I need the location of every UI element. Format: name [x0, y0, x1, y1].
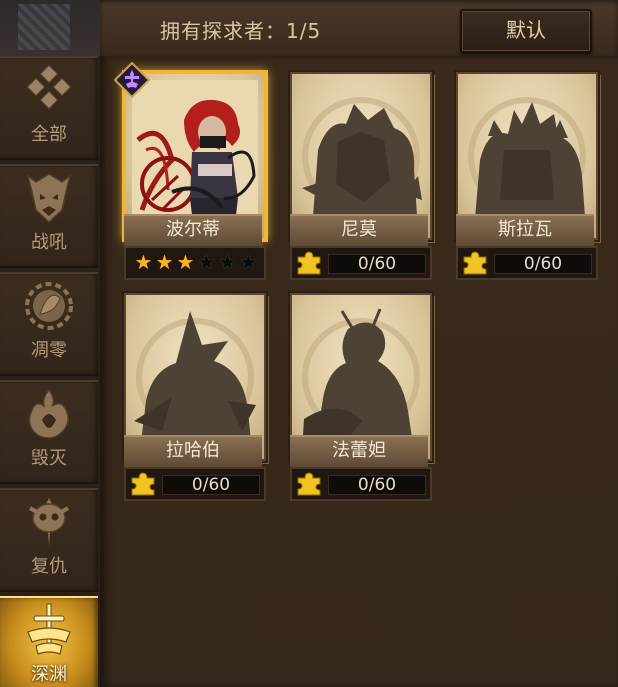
explorer-name: 波尔蒂	[124, 214, 262, 248]
explorer-name: 尼莫	[290, 214, 428, 248]
explorer-screen: 拥有探求者：1/5 默认 全部 战吼 凋零 毁灭 复仇 深渊 波尔蒂 ★ ★ ★…	[0, 0, 618, 687]
warcry-mask-icon	[26, 173, 72, 224]
star-filled-icon: ★	[134, 250, 153, 274]
shard-progress-bar: 0/60	[290, 467, 432, 501]
silhouette-portrait	[134, 311, 256, 451]
window-decoration	[18, 4, 70, 50]
shard-progress-bar: 0/60	[124, 467, 266, 501]
destruction-flame-icon	[28, 388, 69, 439]
sidebar-item-destruction[interactable]: 毁灭	[0, 380, 98, 484]
shard-progress-bar: 0/60	[290, 246, 432, 280]
sidebar-item-vengeance[interactable]: 复仇	[0, 488, 98, 592]
sidebar-item-warcry[interactable]: 战吼	[0, 164, 98, 268]
sidebar-item-label: 深渊	[31, 664, 67, 685]
shard-count: 0/60	[328, 475, 426, 495]
explorer-name: 法蕾妲	[290, 435, 428, 469]
abyss-sword-icon	[27, 603, 71, 655]
star-empty-icon: ★	[239, 250, 258, 274]
shard-count: 0/60	[494, 254, 592, 274]
silhouette-portrait	[302, 308, 420, 451]
all-diamond-icon	[26, 64, 72, 110]
shard-count: 0/60	[162, 475, 260, 495]
default-sort-button[interactable]: 默认	[460, 9, 592, 53]
sidebar-item-wither[interactable]: 凋零	[0, 272, 98, 376]
explorer-card-locked[interactable]: 拉哈伯 0/60	[120, 289, 266, 503]
faction-sidebar: 全部 战吼 凋零 毁灭 复仇 深渊	[0, 56, 100, 687]
shard-progress-bar: 0/60	[456, 246, 598, 280]
sidebar-item-all[interactable]: 全部	[0, 56, 98, 160]
puzzle-piece-icon	[297, 251, 321, 275]
explorer-card-owned[interactable]: 波尔蒂 ★ ★ ★ ★ ★ ★	[114, 62, 266, 282]
star-empty-icon: ★	[197, 250, 216, 274]
character-portrait	[132, 80, 258, 232]
shard-count: 0/60	[328, 254, 426, 274]
wither-leaf-icon	[25, 282, 73, 330]
sidebar-item-label: 凋零	[31, 340, 67, 361]
vengeance-skull-icon	[28, 498, 70, 546]
faction-badge-icon	[114, 62, 150, 98]
explorer-card-locked[interactable]: 斯拉瓦 0/60	[452, 68, 598, 282]
puzzle-piece-icon	[463, 251, 487, 275]
top-left-corner-decoration	[0, 0, 100, 56]
header-bar: 拥有探求者：1/5 默认	[100, 0, 618, 59]
explorer-card-locked[interactable]: 法蕾妲 0/60	[286, 289, 432, 503]
silhouette-portrait	[468, 97, 586, 230]
star-row: ★ ★ ★ ★ ★ ★	[134, 252, 258, 274]
star-empty-icon: ★	[218, 250, 237, 274]
puzzle-piece-icon	[131, 472, 155, 496]
explorer-grid: 波尔蒂 ★ ★ ★ ★ ★ ★ 尼莫 0/60 斯拉瓦 0/60 拉哈伯 0/6…	[100, 56, 618, 687]
sidebar-item-label: 复仇	[31, 556, 67, 577]
explorer-name: 拉哈伯	[124, 435, 262, 469]
puzzle-piece-icon	[297, 472, 321, 496]
sidebar-item-label: 战吼	[31, 232, 67, 253]
owned-explorers-count: 拥有探求者：1/5	[160, 19, 322, 43]
star-rating: ★ ★ ★ ★ ★ ★	[124, 246, 266, 280]
sidebar-item-abyss[interactable]: 深渊	[0, 596, 98, 687]
sidebar-item-label: 毁灭	[31, 448, 67, 469]
explorer-card-locked[interactable]: 尼莫 0/60	[286, 68, 432, 282]
silhouette-portrait	[302, 97, 422, 230]
explorer-name: 斯拉瓦	[456, 214, 594, 248]
star-filled-icon: ★	[176, 250, 195, 274]
star-filled-icon: ★	[155, 250, 174, 274]
sidebar-item-label: 全部	[31, 124, 67, 145]
